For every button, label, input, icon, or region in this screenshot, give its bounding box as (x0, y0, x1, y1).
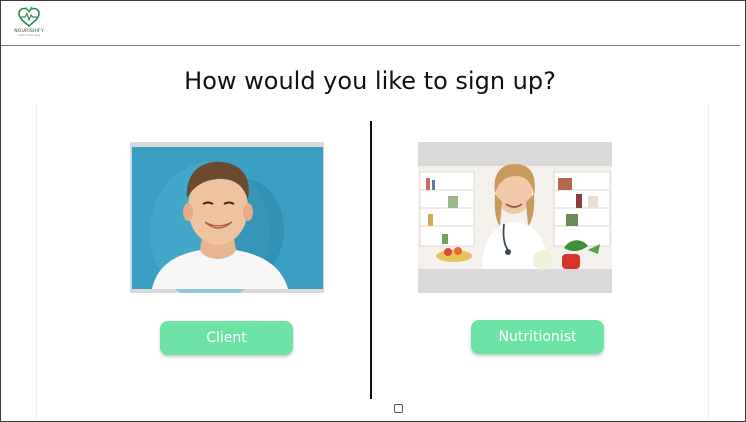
checkbox[interactable] (394, 404, 403, 413)
header-divider (1, 45, 740, 46)
page-title: How would you like to sign up? (184, 67, 556, 95)
brand-tagline: health made easy (17, 34, 41, 37)
brand-logo[interactable]: NOURISHIFY health made easy (9, 5, 49, 39)
signup-window: NOURISHIFY health made easy How would yo… (0, 0, 746, 422)
client-photo (130, 142, 324, 293)
nutritionist-signup-button[interactable]: Nutritionist (471, 320, 604, 354)
nutritionist-photo (418, 142, 612, 293)
vertical-divider (370, 121, 372, 399)
client-signup-button[interactable]: Client (160, 321, 293, 355)
heart-leaf-icon (18, 6, 40, 28)
